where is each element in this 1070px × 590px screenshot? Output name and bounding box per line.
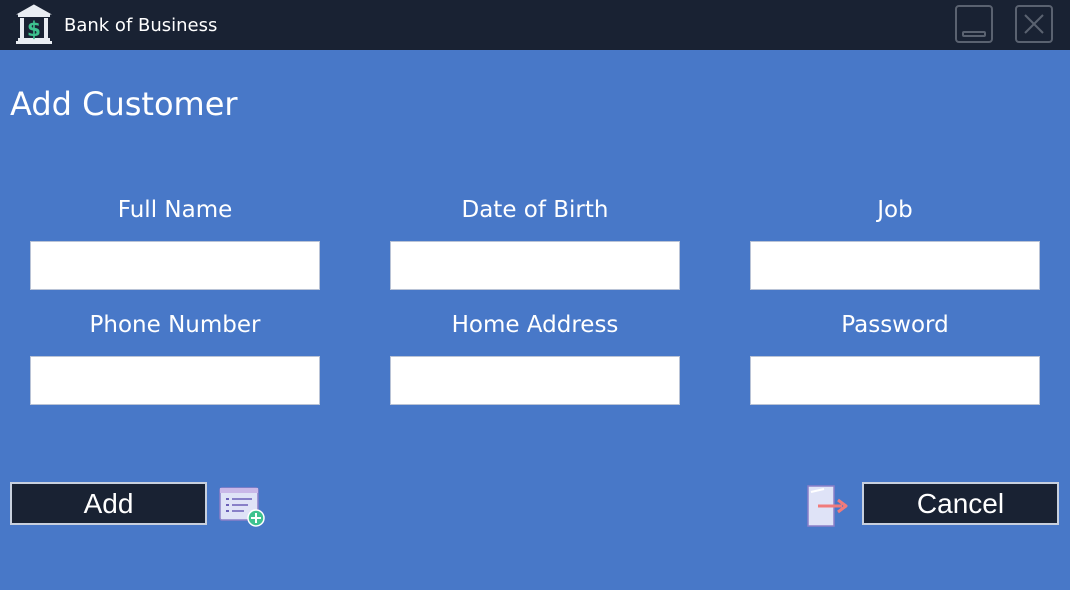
home-address-field[interactable]: [390, 356, 680, 405]
date-of-birth-label: Date of Birth: [461, 197, 609, 223]
close-button[interactable]: [1015, 5, 1053, 43]
full-name-field[interactable]: [30, 241, 320, 290]
home-address-label: Home Address: [451, 312, 619, 338]
phone-number-label: Phone Number: [89, 312, 261, 338]
exit-door-icon[interactable]: [806, 484, 854, 528]
job-field[interactable]: [750, 241, 1040, 290]
page-title: Add Customer: [10, 85, 238, 123]
password-field[interactable]: [750, 356, 1040, 405]
svg-text:$: $: [27, 17, 41, 41]
full-name-label: Full Name: [117, 197, 233, 223]
password-label: Password: [841, 312, 949, 338]
job-label: Job: [877, 197, 913, 223]
title-bar: $ Bank of Business: [0, 0, 1070, 50]
date-of-birth-field[interactable]: [390, 241, 680, 290]
phone-number-field[interactable]: [30, 356, 320, 405]
add-button[interactable]: Add: [10, 482, 207, 525]
app-title: Bank of Business: [64, 15, 218, 36]
add-list-icon[interactable]: [218, 484, 266, 528]
cancel-button[interactable]: Cancel: [862, 482, 1059, 525]
minimize-button[interactable]: [955, 5, 993, 43]
bank-dollar-icon: $: [14, 3, 54, 45]
